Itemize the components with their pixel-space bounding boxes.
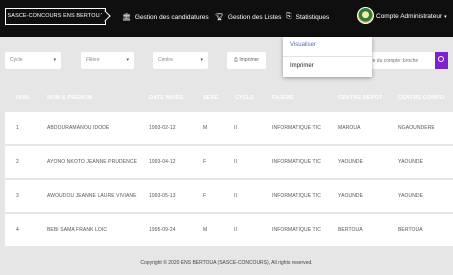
column-header-sexe[interactable]: SEXE	[203, 95, 218, 101]
avatar[interactable]	[357, 7, 374, 24]
top-navbar: SASCE-CONCOURS ENS BERTOUA 🏛︎ Gestion de…	[0, 0, 453, 37]
column-header-cycle[interactable]: CYCLE	[235, 95, 254, 101]
cell-filiere: INFORMATIQUE TIC	[272, 193, 321, 199]
account-menu[interactable]: Compte Administrateur ▾	[376, 13, 447, 20]
cell-sexe: F	[203, 193, 207, 199]
cell-sexe: M	[203, 227, 208, 233]
cell-cycle: II	[234, 193, 237, 199]
statistiques-dropdown: Visualiser Imprimer	[283, 37, 372, 77]
nav-gestion-listes[interactable]: 🏆︎ Gestion des Listes	[215, 13, 282, 22]
cell-filiere: INFORMATIQUE TIC	[272, 159, 321, 165]
search-icon	[438, 56, 444, 62]
cell-sexe: M	[203, 125, 208, 131]
cell-cycle: II	[234, 159, 237, 165]
cell-centre-compo: YAOUNDE	[398, 159, 424, 165]
nav-label: Gestion des candidatures	[134, 13, 209, 21]
select-value: Filière	[86, 57, 100, 63]
cell-num: 4	[16, 227, 19, 233]
nav-label: Gestion des Listes	[227, 13, 282, 21]
cell-num: 1	[16, 125, 19, 131]
cell-sexe: F	[203, 159, 207, 165]
column-header-num[interactable]: NUM.	[16, 95, 30, 101]
cell-filiere: INFORMATIQUE TIC	[272, 227, 321, 233]
chevron-down-icon: ▾	[126, 57, 129, 63]
cell-filiere: INFORMATIQUE TIC	[272, 125, 321, 131]
cell-date: 1993-05-13	[149, 193, 176, 199]
table-row[interactable]: 4 BEBI SAMA FRANK LOIC 1995-09-24 M II I…	[5, 214, 453, 246]
brand-logo[interactable]: SASCE-CONCOURS ENS BERTOUA	[5, 8, 106, 25]
menu-item-visualiser[interactable]: Visualiser	[290, 42, 316, 48]
nav-gestion-candidatures[interactable]: 🏛︎ Gestion des candidatures	[122, 13, 209, 22]
cell-centre-compo: YAOUNDE	[398, 193, 424, 199]
printer-icon: ⎙	[233, 57, 238, 63]
column-header-centre-compo[interactable]: CENTRE COMPO	[398, 95, 444, 101]
table-row[interactable]: 3 AWOUDOU JEANNE LAURE VIVIANE 1993-05-1…	[5, 180, 453, 212]
copy-icon: ⎘	[286, 13, 292, 20]
filiere-select[interactable]: Filière ▾	[81, 52, 134, 69]
trophy-icon: 🏆︎	[215, 14, 224, 21]
chevron-down-icon: ▾	[444, 13, 447, 20]
nav-statistiques[interactable]: ⎘ Statistiques	[286, 13, 329, 21]
cell-cycle: II	[234, 227, 237, 233]
select-value: Centre	[158, 57, 174, 63]
centre-select[interactable]: Centre ▾	[153, 52, 208, 69]
cell-date: 1995-09-24	[149, 227, 176, 233]
cell-centre-compo: NGAOUNDERE	[398, 125, 435, 131]
cell-nom: BEBI SAMA FRANK LOIC	[47, 227, 108, 233]
cell-num: 2	[16, 159, 19, 165]
print-label: Imprimer	[239, 57, 260, 63]
nav-label: Statistiques	[295, 13, 330, 21]
cell-date: 1993-02-12	[149, 125, 176, 131]
table-row[interactable]: 1 ABDOURAMANOU IDODE 1993-02-12 M II INF…	[5, 112, 453, 144]
chevron-down-icon: ▾	[53, 57, 56, 63]
cell-centre-depot: YAOUNDE	[338, 193, 364, 199]
bank-icon: 🏛︎	[122, 14, 131, 21]
cell-centre-depot: YAOUNDE	[338, 159, 364, 165]
divider	[283, 56, 372, 57]
column-header-centre-depot[interactable]: CENTRE DEPOT	[338, 95, 382, 101]
cell-nom: AWOUDOU JEANNE LAURE VIVIANE	[47, 193, 137, 199]
cell-num: 3	[16, 193, 19, 199]
cell-centre-compo: BERTOUA	[398, 227, 423, 233]
column-header-nom[interactable]: NOM & PRENOM	[47, 95, 92, 101]
select-value: Cycle	[10, 57, 23, 63]
print-button[interactable]: ⎙ Imprimer	[227, 52, 266, 69]
cell-nom: ABDOURAMANOU IDODE	[47, 125, 110, 131]
cycle-select[interactable]: Cycle ▾	[5, 52, 61, 69]
column-header-filiere[interactable]: FILIERE	[272, 95, 294, 101]
account-label: Compte Administrateur	[376, 13, 443, 20]
cell-centre-depot: BERTOUA	[338, 227, 363, 233]
menu-item-imprimer[interactable]: Imprimer	[290, 63, 314, 69]
chevron-down-icon: ▾	[200, 57, 203, 63]
cell-centre-depot: MAROUA	[338, 125, 361, 131]
search-button[interactable]	[435, 52, 448, 69]
cell-date: 1993-04-12	[149, 159, 176, 165]
column-header-date[interactable]: DATE NAISS.	[149, 95, 185, 101]
table-row[interactable]: 2 AYONO NKOTO JEANNE PRUDENCE 1993-04-12…	[5, 146, 453, 178]
footer-copyright: Copyright © 2020 ENS BERTOUA (SASCE-CONC…	[140, 260, 313, 266]
cell-nom: AYONO NKOTO JEANNE PRUDENCE	[47, 159, 138, 165]
cell-cycle: II	[234, 125, 237, 131]
